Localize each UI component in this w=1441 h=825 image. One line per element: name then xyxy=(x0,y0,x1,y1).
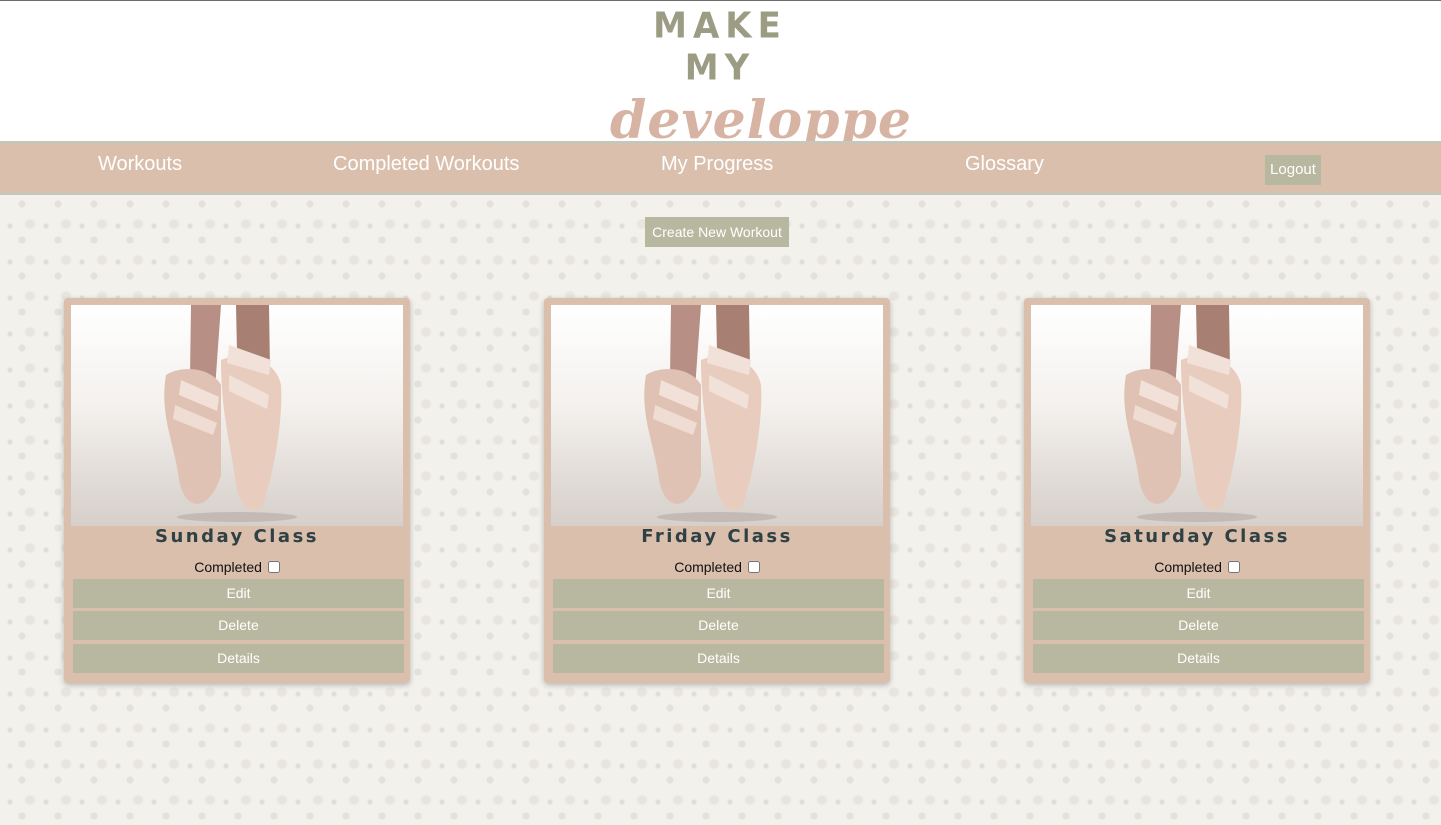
workout-card-saturday: Saturday Class Completed Edit Delete Det… xyxy=(1024,298,1370,683)
nav-completed-workouts[interactable]: Completed Workouts xyxy=(333,153,519,176)
completed-row: Completed xyxy=(1024,558,1370,576)
delete-button[interactable]: Delete xyxy=(553,611,884,640)
nav-glossary[interactable]: Glossary xyxy=(965,153,1044,176)
ballet-pointe-shoes-photo xyxy=(71,305,403,526)
create-new-workout-button[interactable]: Create New Workout xyxy=(645,217,789,247)
edit-button[interactable]: Edit xyxy=(1033,579,1364,608)
nav-my-progress[interactable]: My Progress xyxy=(661,153,773,176)
workout-card-sunday: Sunday Class Completed Edit Delete Detai… xyxy=(64,298,410,683)
details-button[interactable]: Details xyxy=(553,644,884,673)
edit-button[interactable]: Edit xyxy=(73,579,404,608)
logout-button[interactable]: Logout xyxy=(1265,155,1321,185)
ballet-pointe-shoes-photo xyxy=(1031,305,1363,526)
card-title: Friday Class xyxy=(641,526,793,547)
completed-checkbox[interactable] xyxy=(1227,561,1240,573)
completed-checkbox[interactable] xyxy=(747,561,760,573)
logo-line-1: MAKE MY xyxy=(653,5,787,89)
completed-checkbox[interactable] xyxy=(267,561,280,573)
logo[interactable]: MAKE MY developpe xyxy=(610,5,911,151)
card-title: Saturday Class xyxy=(1104,526,1290,547)
completed-row: Completed xyxy=(64,558,410,576)
edit-button[interactable]: Edit xyxy=(553,579,884,608)
nav-workouts[interactable]: Workouts xyxy=(98,153,182,176)
completed-label: Completed xyxy=(674,559,742,575)
ballet-pointe-shoes-photo xyxy=(551,305,883,526)
completed-row: Completed xyxy=(544,558,890,576)
completed-label: Completed xyxy=(1154,559,1222,575)
card-title: Sunday Class xyxy=(154,526,320,547)
completed-label: Completed xyxy=(194,559,262,575)
details-button[interactable]: Details xyxy=(1033,644,1364,673)
navbar: Workouts Completed Workouts My Progress … xyxy=(0,141,1441,195)
workout-card-friday: Friday Class Completed Edit Delete Detai… xyxy=(544,298,890,683)
details-button[interactable]: Details xyxy=(73,644,404,673)
delete-button[interactable]: Delete xyxy=(1033,611,1364,640)
delete-button[interactable]: Delete xyxy=(73,611,404,640)
header: MAKE MY developpe xyxy=(0,0,1441,151)
